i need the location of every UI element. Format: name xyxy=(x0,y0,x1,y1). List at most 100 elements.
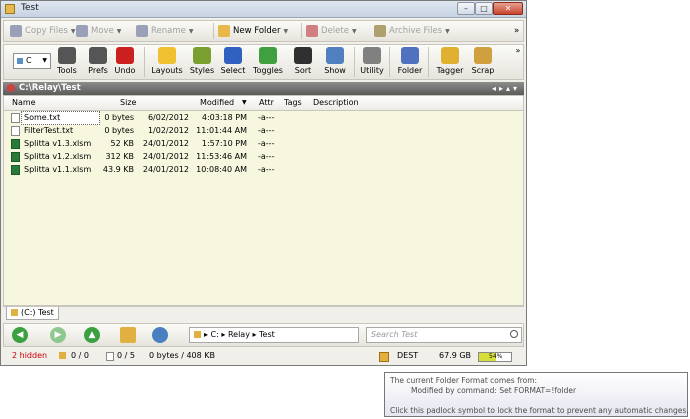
styles-icon xyxy=(193,47,211,64)
close-button[interactable]: ✕ xyxy=(493,2,523,15)
layouts-button[interactable]: Layouts xyxy=(149,47,185,75)
text-file-icon xyxy=(11,126,20,136)
chevron-down-icon[interactable]: ▼ xyxy=(189,24,194,40)
scrap-icon xyxy=(474,47,492,64)
breadcrumb[interactable]: ▸ C: ▸ Relay ▸ Test xyxy=(189,327,359,343)
free-space: 67.9 GB xyxy=(439,351,472,360)
maximize-button[interactable]: □ xyxy=(475,2,493,15)
toolbar-separator xyxy=(354,47,355,77)
breadcrumb-path: ▸ C: ▸ Relay ▸ Test xyxy=(204,330,275,339)
rename-icon xyxy=(136,24,148,37)
toolbar-overflow-button[interactable]: » xyxy=(514,23,519,39)
toolbar-separator xyxy=(213,23,214,39)
archive-files-button[interactable]: Archive Files ▼ xyxy=(374,23,450,39)
forward-arrow-icon[interactable]: ▶ xyxy=(50,327,66,343)
chevron-down-icon[interactable]: ▼ xyxy=(445,24,450,40)
show-button[interactable]: Show xyxy=(317,47,353,75)
file-attr: -a--- xyxy=(258,113,275,122)
dest-label[interactable]: DEST xyxy=(397,349,418,363)
undo-button[interactable]: Undo xyxy=(107,47,143,75)
prefs-gear-icon xyxy=(89,47,107,64)
tagger-icon xyxy=(441,47,459,64)
toolbar-overflow-button[interactable]: » xyxy=(513,46,523,55)
toolbar-separator xyxy=(144,47,145,77)
column-header-tags[interactable]: Tags xyxy=(284,98,302,107)
move-button[interactable]: Move ▼ xyxy=(76,23,121,39)
toolbar-button-label: Move xyxy=(91,26,114,36)
status-bar: 2 hidden 0 / 0 0 / 5 0 bytes / 408 KB DE… xyxy=(3,349,524,363)
chevron-down-icon[interactable]: ▼ xyxy=(117,24,122,40)
path-bar: C:\Relay\Test ◂▸▴▾ xyxy=(3,82,524,95)
select-icon xyxy=(224,47,242,64)
drive-selector[interactable]: C ▼ xyxy=(13,53,51,69)
sort-descending-icon: ▼ xyxy=(242,99,247,106)
file-size: 52 KB xyxy=(110,139,134,148)
toolbar-separator xyxy=(389,47,390,77)
file-row[interactable]: Splitta v1.2.xlsm 312 KB 24/01/2012 11:53:4… xyxy=(4,150,523,163)
column-header-name[interactable]: Name xyxy=(12,98,36,107)
folders-selected: 0 / 0 xyxy=(71,351,89,360)
back-arrow-icon[interactable]: ◀ xyxy=(12,327,28,343)
chevron-down-icon[interactable]: ▼ xyxy=(352,24,357,40)
file-row[interactable]: Splitta v1.3.xlsm 52 KB 24/01/2012 1:57:10 … xyxy=(4,137,523,150)
file-row[interactable]: FilterTest.txt 0 bytes 1/02/2012 11:01:44 A… xyxy=(4,124,523,137)
search-input[interactable]: Search Test xyxy=(366,327,522,343)
file-size: 312 KB xyxy=(105,152,134,161)
column-header-modified[interactable]: Modified xyxy=(200,98,234,107)
toolbar-button-label: Delete xyxy=(321,26,349,36)
folder-format-tooltip: The current Folder Format comes from: Mo… xyxy=(384,372,689,417)
rename-button[interactable]: Rename ▼ xyxy=(136,23,193,39)
files-selected: 0 / 5 xyxy=(117,351,135,360)
favorites-folder-icon[interactable] xyxy=(120,327,136,343)
title-bar[interactable]: Test – □ ✕ xyxy=(1,1,526,18)
new-folder-button[interactable]: New Folder ▼ xyxy=(218,23,288,39)
tooltip-line-1: The current Folder Format comes from: xyxy=(390,376,538,385)
tool-label: Select xyxy=(220,66,246,75)
app-icon xyxy=(5,4,15,14)
archive-files-icon xyxy=(374,24,386,37)
bytes-selected: 0 bytes / 408 KB xyxy=(149,351,215,360)
column-header-attr[interactable]: Attr xyxy=(259,98,274,107)
copy-files-button[interactable]: Copy Files ▼ xyxy=(10,23,76,39)
chevron-down-icon[interactable]: ▼ xyxy=(71,24,76,40)
network-globe-icon[interactable] xyxy=(152,327,168,343)
file-time: 11:53:46 AM xyxy=(196,152,247,161)
folder-tabs: (C:) Test xyxy=(3,306,524,320)
utility-icon xyxy=(363,47,381,64)
file-size: 0 bytes xyxy=(104,126,134,135)
hidden-count[interactable]: 2 hidden xyxy=(12,349,47,363)
undo-icon xyxy=(116,47,134,64)
file-list[interactable]: Name Size Modified ▼ Attr Tags Descripti… xyxy=(3,95,524,306)
file-row[interactable]: Some.txt 0 bytes 6/02/2012 4:03:18 PM -a--- xyxy=(4,111,523,125)
file-time: 11:01:44 AM xyxy=(196,126,247,135)
path-navigation-arrows[interactable]: ◂▸▴▾ xyxy=(492,82,520,95)
excel-file-icon xyxy=(11,139,20,149)
minimize-button[interactable]: – xyxy=(457,2,475,15)
layouts-icon xyxy=(158,47,176,64)
tooltip-line-2: Modified by command: Set FORMAT=!folder xyxy=(411,386,577,395)
select-button[interactable]: Select xyxy=(215,47,251,75)
delete-button[interactable]: Delete ▼ xyxy=(306,23,357,39)
sort-button[interactable]: Sort xyxy=(285,47,321,75)
column-header-size[interactable]: Size xyxy=(120,98,136,107)
utility-button[interactable]: Utility xyxy=(354,47,390,75)
tagger-button[interactable]: Tagger xyxy=(432,47,468,75)
file-row[interactable]: Splitta v1.1.xlsm 43.9 KB 24/01/2012 10:08:… xyxy=(4,163,523,176)
chevron-down-icon[interactable]: ▼ xyxy=(284,24,289,40)
toolbar-separator xyxy=(428,47,429,77)
padlock-icon[interactable] xyxy=(379,352,389,362)
up-arrow-icon[interactable]: ▲ xyxy=(84,327,100,343)
folder-button[interactable]: Folder xyxy=(392,47,428,75)
toggles-button[interactable]: Toggles xyxy=(250,47,286,75)
column-header-description[interactable]: Description xyxy=(313,98,359,107)
excel-file-icon xyxy=(11,165,20,175)
scrap-button[interactable]: Scrap xyxy=(465,47,501,75)
folder-tab[interactable]: (C:) Test xyxy=(6,307,59,320)
tab-folder-icon xyxy=(11,309,18,316)
navigation-bar: ◀ ▶ ▲ ▸ C: ▸ Relay ▸ Test Search Test xyxy=(3,323,524,347)
search-icon[interactable] xyxy=(510,330,518,338)
folder-status-icon xyxy=(7,83,15,92)
copy-files-icon xyxy=(10,24,22,37)
search-placeholder: Search Test xyxy=(371,330,418,339)
gear-icon xyxy=(58,47,76,64)
